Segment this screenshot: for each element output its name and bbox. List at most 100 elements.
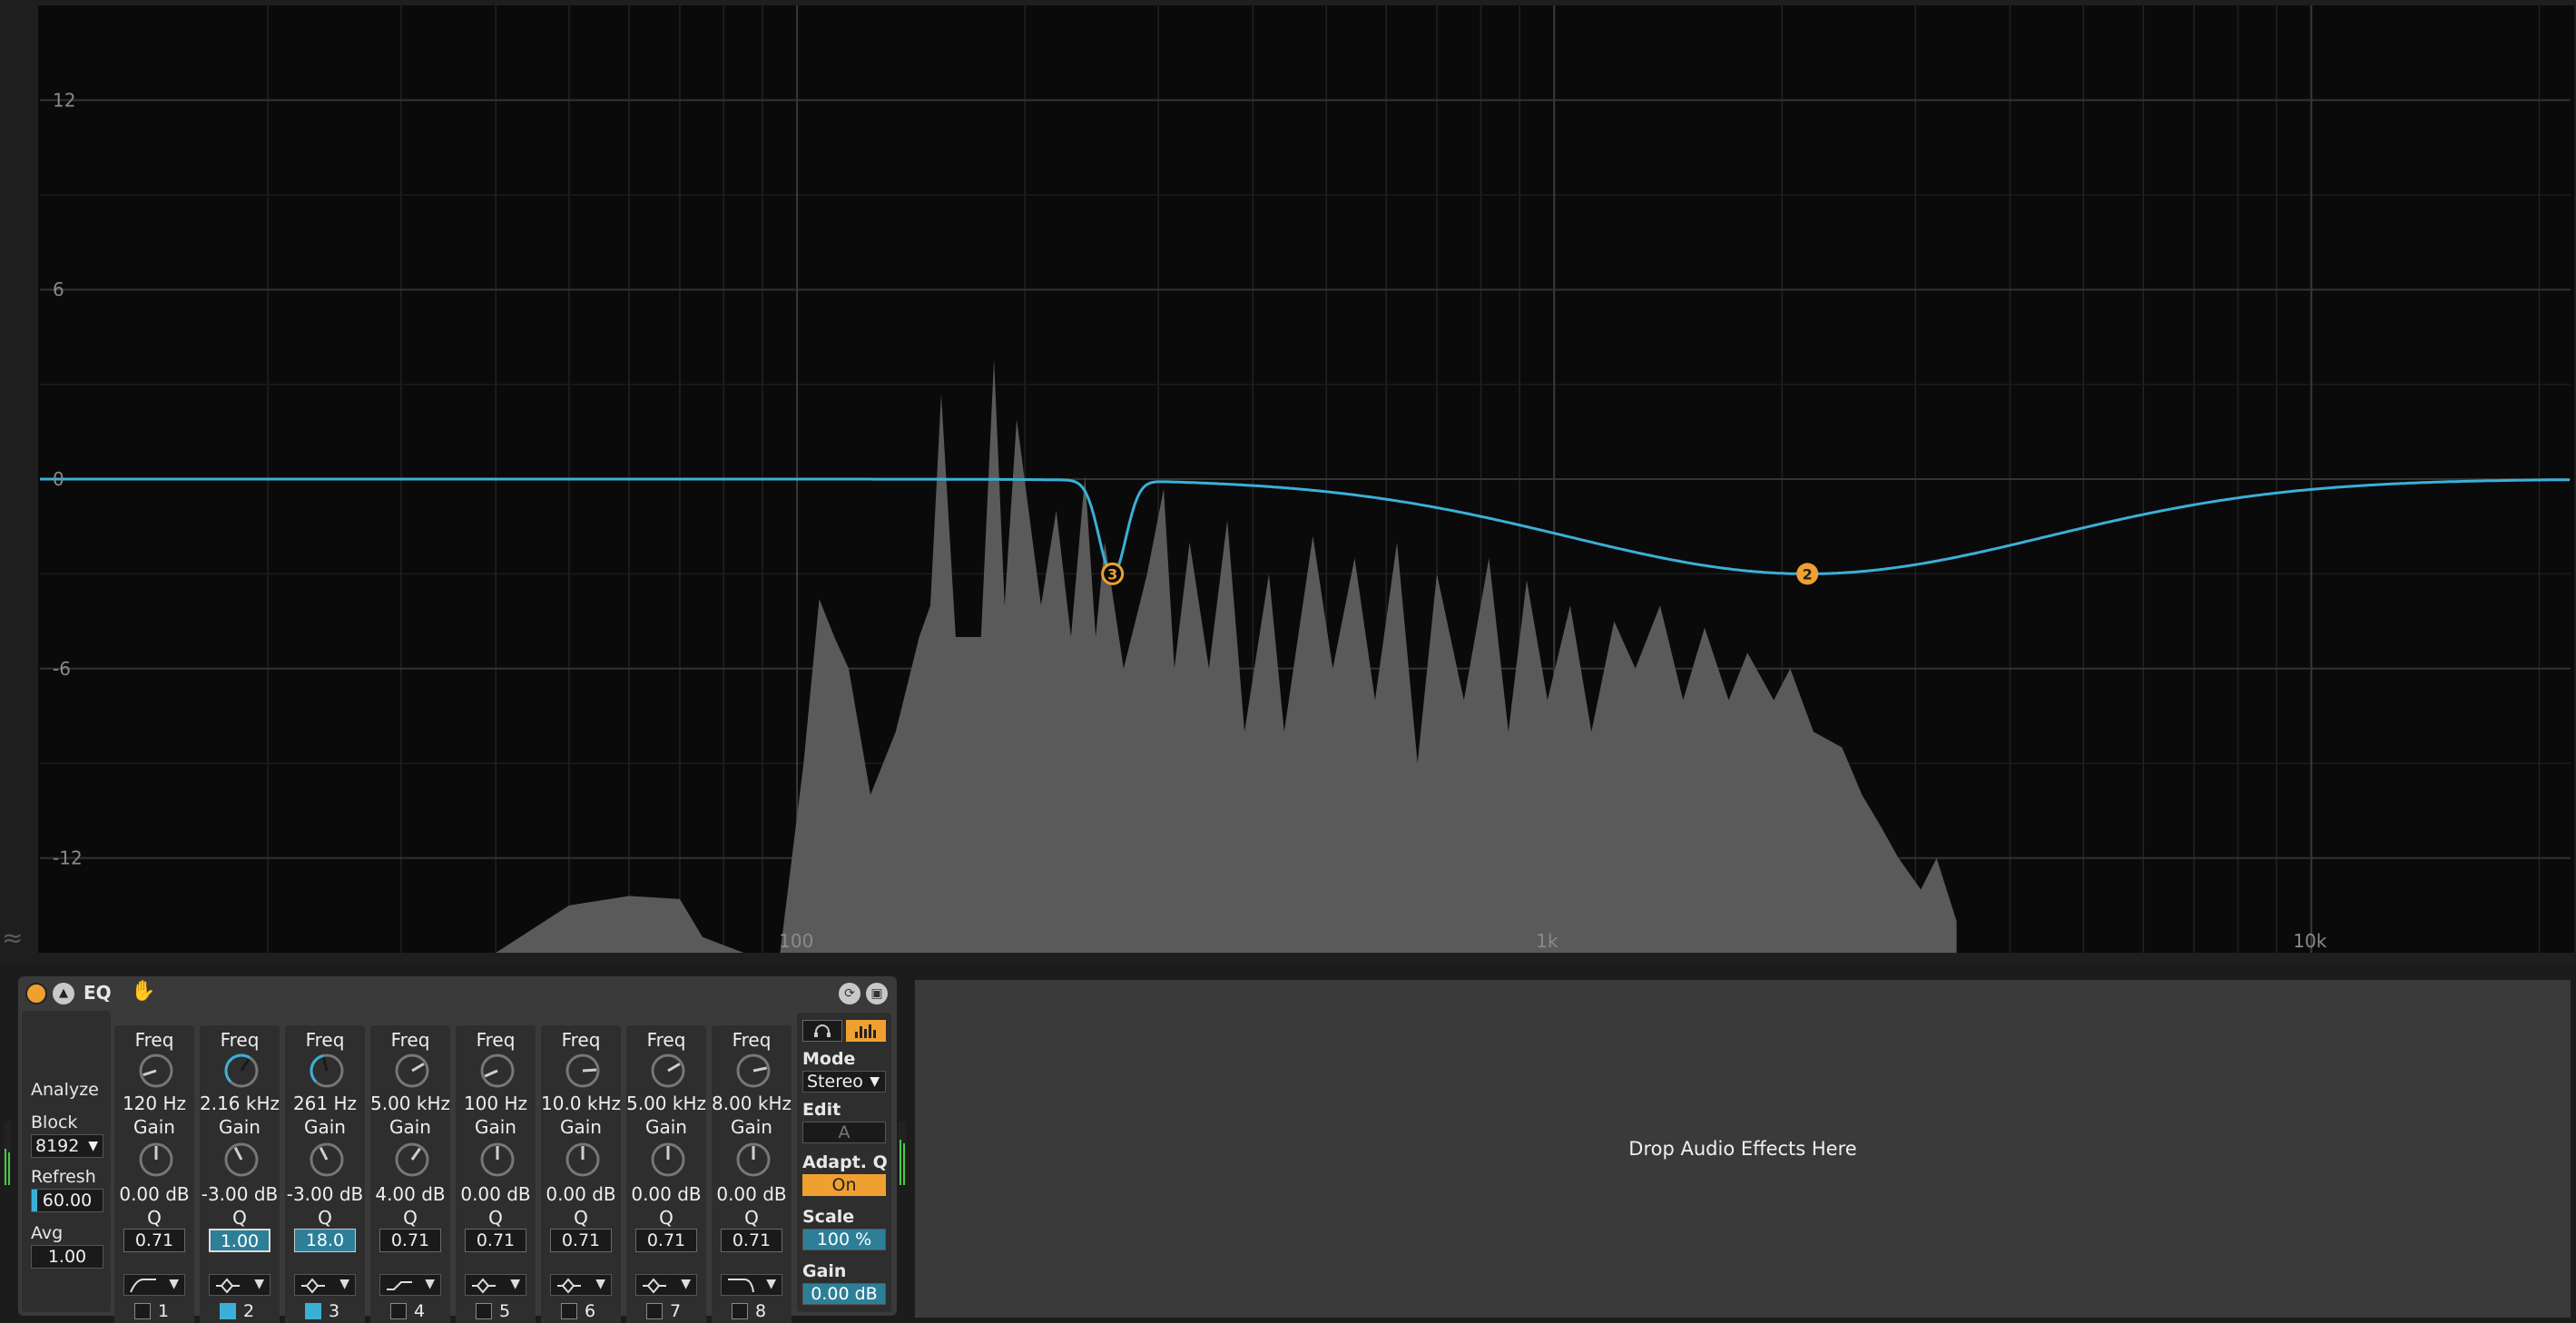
q-field[interactable]: 0.71 <box>379 1229 441 1252</box>
analyzer-toggle-button[interactable] <box>846 1020 886 1042</box>
q-field[interactable]: 0.71 <box>123 1229 185 1252</box>
freq-knob[interactable] <box>138 1053 174 1089</box>
freq-knob[interactable] <box>565 1053 601 1089</box>
q-label: Q <box>574 1207 588 1229</box>
drop-zone[interactable]: Drop Audio Effects Here <box>915 980 2571 1318</box>
q-field[interactable]: 1.00 <box>209 1229 270 1252</box>
filter-type-select[interactable]: ▼ <box>550 1274 612 1296</box>
freq-knob[interactable] <box>479 1053 516 1089</box>
band-number: 8 <box>755 1301 767 1321</box>
gain-value: -3.00 dB <box>286 1183 364 1205</box>
gain-knob[interactable] <box>735 1142 772 1178</box>
refresh-field[interactable]: 60.00 <box>31 1189 103 1212</box>
filter-type-select[interactable]: ▼ <box>721 1274 782 1296</box>
gain-knob[interactable] <box>138 1142 174 1178</box>
scale-label: Scale <box>802 1207 855 1227</box>
avg-field[interactable]: 1.00 <box>31 1245 103 1269</box>
lowcut-filter-icon <box>130 1279 156 1293</box>
q-field[interactable]: 18.0 <box>294 1229 356 1252</box>
db-tick-label: 6 <box>53 279 64 300</box>
band-enable-checkbox[interactable] <box>220 1303 236 1319</box>
db-tick-label: 0 <box>53 468 64 490</box>
gain-value: 0.00 dB <box>716 1183 787 1205</box>
output-meter <box>899 1122 906 1185</box>
chevron-down-icon: ▼ <box>88 1139 98 1153</box>
freq-knob[interactable] <box>309 1053 345 1089</box>
bell-filter-icon <box>643 1278 666 1294</box>
filter-type-select[interactable]: ▼ <box>294 1274 356 1296</box>
hot-swap-icon[interactable]: ⟳ <box>839 983 860 1004</box>
gain-knob[interactable] <box>650 1142 686 1178</box>
gain-label: Gain <box>133 1116 175 1138</box>
band-enable-checkbox[interactable] <box>561 1303 577 1319</box>
bell-filter-icon <box>557 1278 581 1294</box>
output-gain-field[interactable]: 0.00 dB <box>802 1283 886 1305</box>
eq-node-label: 3 <box>1107 565 1117 583</box>
gain-knob[interactable] <box>223 1142 260 1178</box>
db-tick-label: -12 <box>53 848 83 869</box>
device-power-button[interactable] <box>25 983 47 1004</box>
q-label: Q <box>147 1207 162 1229</box>
freq-knob[interactable] <box>650 1053 686 1089</box>
eq-node-3[interactable]: 3 <box>1101 562 1125 585</box>
block-select[interactable]: 8192 ▼ <box>31 1134 103 1158</box>
filter-type-select[interactable]: ▼ <box>379 1274 441 1296</box>
q-field[interactable]: 0.71 <box>635 1229 697 1252</box>
gain-knob[interactable] <box>565 1142 601 1178</box>
mode-select[interactable]: Stereo ▼ <box>802 1071 886 1093</box>
scale-field[interactable]: 100 % <box>802 1229 886 1250</box>
fold-icon[interactable]: ▲ <box>53 983 74 1004</box>
q-field[interactable]: 0.71 <box>721 1229 782 1252</box>
band-enable-checkbox[interactable] <box>732 1303 748 1319</box>
gain-label: Gain <box>560 1116 602 1138</box>
edit-toggle[interactable]: A <box>802 1122 886 1143</box>
freq-value: 261 Hz <box>292 1093 358 1114</box>
gain-value: 4.00 dB <box>375 1183 446 1205</box>
gain-label: Gain <box>389 1116 431 1138</box>
freq-value: 100 Hz <box>463 1093 528 1114</box>
hand-icon[interactable]: ✋ <box>131 980 155 1003</box>
filter-type-select[interactable]: ▼ <box>123 1274 185 1296</box>
eq-spectrum-display[interactable]: 12 6 0 -6 -12 100 1k 10k 3 2 ≈ <box>0 0 2576 964</box>
eq-graph[interactable]: 12 6 0 -6 -12 100 1k 10k 3 2 <box>0 0 2576 964</box>
band-enable-checkbox[interactable] <box>476 1303 492 1319</box>
bell-filter-icon <box>301 1278 325 1294</box>
refresh-fill <box>32 1190 37 1211</box>
headphone-audition-button[interactable] <box>802 1020 842 1042</box>
avg-label: Avg <box>31 1223 64 1243</box>
db-tick-label: -6 <box>53 658 71 680</box>
q-label: Q <box>232 1207 247 1229</box>
freq-knob[interactable] <box>735 1053 772 1089</box>
freq-tick-label: 10k <box>2293 930 2326 952</box>
block-label: Block <box>31 1112 78 1132</box>
band-3: Freq 261 Hz Gain -3.00 dB Q 18.0 ▼ 3 <box>285 1025 365 1323</box>
chevron-down-icon: ▼ <box>339 1277 349 1291</box>
filter-type-select[interactable]: ▼ <box>209 1274 270 1296</box>
input-meter <box>4 1122 11 1185</box>
device-title-bar[interactable]: ▲ EQ ✋ ⟳ ▣ <box>18 976 897 1007</box>
filter-type-select[interactable]: ▼ <box>635 1274 697 1296</box>
chevron-down-icon: ▼ <box>254 1277 264 1291</box>
q-label: Q <box>659 1207 673 1229</box>
q-field[interactable]: 0.71 <box>465 1229 526 1252</box>
gain-knob[interactable] <box>479 1142 516 1178</box>
chevron-down-icon: ▼ <box>169 1277 179 1291</box>
eq-node-2[interactable]: 2 <box>1796 563 1819 585</box>
freq-knob[interactable] <box>394 1053 430 1089</box>
edit-label: Edit <box>802 1100 841 1120</box>
freq-knob[interactable] <box>223 1053 260 1089</box>
band-enable-checkbox[interactable] <box>305 1303 321 1319</box>
q-field[interactable]: 0.71 <box>550 1229 612 1252</box>
band-enable-checkbox[interactable] <box>134 1303 151 1319</box>
chevron-down-icon: ▼ <box>510 1277 520 1291</box>
gain-knob[interactable] <box>394 1142 430 1178</box>
gain-value: 0.00 dB <box>460 1183 531 1205</box>
band-enable-checkbox[interactable] <box>390 1303 407 1319</box>
band-enable-checkbox[interactable] <box>646 1303 663 1319</box>
adaptq-toggle[interactable]: On <box>802 1174 886 1196</box>
band-6: Freq 10.0 kHz Gain 0.00 dB Q 0.71 ▼ 6 <box>541 1025 621 1323</box>
db-tick-label: 12 <box>53 89 75 111</box>
gain-knob[interactable] <box>309 1142 345 1178</box>
filter-type-select[interactable]: ▼ <box>465 1274 526 1296</box>
save-preset-icon[interactable]: ▣ <box>866 983 888 1004</box>
